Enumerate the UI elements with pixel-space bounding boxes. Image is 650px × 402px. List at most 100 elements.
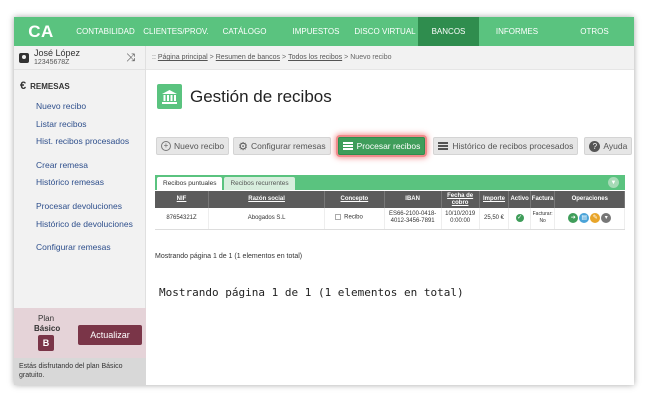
nav-informes[interactable]: INFORMES	[479, 17, 555, 46]
main-content: Gestión de recibos + Nuevo recibo ⚙ Conf…	[146, 70, 634, 385]
sidebar-item-listar-recibos[interactable]: Listar recibos	[36, 116, 145, 134]
bank-icon-glyph	[162, 89, 177, 104]
nav-bancos[interactable]: BANCOS	[418, 17, 479, 46]
sidebar-item-procesar-devoluciones[interactable]: Procesar devoluciones	[36, 198, 145, 216]
header-iban: IBAN	[384, 191, 442, 208]
breadcrumb: :: Página principal > Resumen de bancos …	[146, 46, 634, 70]
header-activo: Activo	[508, 191, 531, 208]
configure-remittances-label: Configurar remesas	[250, 141, 326, 151]
pagination-summary-small: Mostrando página 1 de 1 (1 elementos en …	[155, 253, 303, 260]
check-icon: ✓	[515, 214, 524, 223]
breadcrumb-home[interactable]: Página principal	[158, 54, 208, 61]
breadcrumb-current: Nuevo recibo	[350, 54, 392, 61]
upgrade-button[interactable]: Actualizar	[78, 325, 142, 345]
table-header-row: NIF Razón social Concepto IBAN Fecha de …	[155, 191, 625, 208]
plan-badge: B	[38, 335, 54, 351]
process-receipts-button[interactable]: Procesar recibos	[337, 137, 426, 155]
pagination-summary-large: Mostrando página 1 de 1 (1 elementos en …	[159, 286, 464, 299]
nav-otros[interactable]: OTROS	[555, 17, 634, 46]
sidebar-item-historico-remesas[interactable]: Histórico remesas	[36, 174, 145, 192]
edit-icon[interactable]: ✎	[590, 213, 601, 224]
sidebar-item-historico-devoluciones[interactable]: Histórico de devoluciones	[36, 216, 145, 234]
app-window: CA CONTABILIDAD CLIENTES/PROV. CATÁLOGO …	[14, 17, 634, 385]
user-icon	[19, 52, 29, 63]
history-label: Histórico de recibos procesados	[452, 141, 574, 151]
sidebar: José López 12345678Z ⤨ € REMESAS Nuevo r…	[14, 46, 146, 385]
nav-clientes[interactable]: CLIENTES/PROV.	[143, 17, 209, 46]
list-icon	[438, 141, 449, 152]
breadcrumb-resumen-bancos[interactable]: Resumen de bancos	[216, 54, 280, 61]
new-receipt-button[interactable]: + Nuevo recibo	[156, 137, 230, 155]
gear-icon: ⚙	[238, 140, 248, 153]
plan-note: Estás disfrutando del plan Básico gratui…	[14, 358, 146, 385]
configure-remittances-button[interactable]: ⚙ Configurar remesas	[233, 137, 331, 155]
user-id: 12345678Z	[34, 59, 70, 66]
cell-razon-social: Abogados S.L	[208, 208, 326, 230]
header-factura: Factura	[530, 191, 556, 208]
sidebar-menu: Nuevo recibo Listar recibos Hist. recibo…	[14, 98, 145, 257]
sidebar-item-hist-recibos[interactable]: Hist. recibos procesados	[36, 133, 145, 151]
help-icon: ?	[589, 140, 601, 152]
list-icon	[342, 141, 353, 152]
breadcrumb-separator: >	[209, 54, 214, 61]
header-fecha-cobro[interactable]: Fecha de cobro	[441, 191, 480, 208]
tab-recibos-puntuales[interactable]: Recibos puntuales	[157, 177, 223, 190]
sidebar-item-nuevo-recibo[interactable]: Nuevo recibo	[36, 98, 145, 116]
cell-factura: Facturar: No	[530, 208, 556, 230]
header-importe[interactable]: Importe	[479, 191, 510, 208]
process-receipts-label: Procesar recibos	[356, 141, 421, 151]
breadcrumb-separator: >	[344, 54, 349, 61]
history-button[interactable]: Histórico de recibos procesados	[433, 137, 579, 155]
nav-contabilidad[interactable]: CONTABILIDAD	[68, 17, 143, 46]
breadcrumb-separator: >	[281, 54, 287, 61]
cell-operaciones: ➜ ▤ ✎ ▾	[554, 208, 625, 230]
nav-impuestos[interactable]: IMPUESTOS	[280, 17, 352, 46]
receipts-table: NIF Razón social Concepto IBAN Fecha de …	[155, 191, 625, 230]
toolbar: + Nuevo recibo ⚙ Configurar remesas Proc…	[156, 137, 634, 155]
sidebar-item-configurar-remesas[interactable]: Configurar remesas	[36, 239, 145, 257]
shuffle-icon[interactable]: ⤨	[126, 52, 135, 65]
new-receipt-label: Nuevo recibo	[174, 141, 225, 151]
cell-concepto: Recibo	[324, 208, 385, 230]
cell-nif: 87654321Z	[155, 208, 210, 230]
app-logo[interactable]: CA	[14, 17, 68, 46]
breadcrumb-prefix: ::	[152, 54, 156, 61]
plan-name: Básico	[34, 324, 61, 333]
table-row[interactable]: 87654321Z Abogados S.L Recibo ES66-2100-…	[155, 208, 625, 230]
nav-disco-virtual[interactable]: DISCO VIRTUAL	[352, 17, 418, 46]
euro-icon: €	[20, 80, 27, 92]
plan-panel: Plan Básico B Actualizar Estás disfrutan…	[14, 308, 146, 385]
header-razon-social[interactable]: Razón social	[208, 191, 326, 208]
tab-recibos-recurrentes[interactable]: Recibos recurrentes	[224, 177, 295, 190]
header-concepto[interactable]: Concepto	[324, 191, 385, 208]
help-label: Ayuda	[603, 141, 628, 151]
nav-catalogo[interactable]: CATÁLOGO	[209, 17, 280, 46]
page-title: Gestión de recibos	[190, 86, 332, 106]
sidebar-item-crear-remesa[interactable]: Crear remesa	[36, 157, 145, 175]
page-header: Gestión de recibos	[157, 84, 332, 109]
concepto-text: Recibo	[344, 215, 363, 222]
user-name: José López	[34, 48, 81, 58]
sidebar-section-title: € REMESAS	[20, 80, 145, 92]
breadcrumb-todos-recibos[interactable]: Todos los recibos	[288, 54, 342, 61]
arrow-right-icon[interactable]: ➜	[568, 213, 579, 224]
top-navigation: CA CONTABILIDAD CLIENTES/PROV. CATÁLOGO …	[14, 17, 634, 46]
cell-importe: 25,50 €	[479, 208, 510, 230]
tab-bar: Recibos puntuales Recibos recurrentes ▼	[155, 175, 625, 190]
sidebar-section-label: REMESAS	[30, 81, 70, 91]
chevron-down-icon[interactable]: ▼	[608, 177, 619, 188]
concepto-checkbox[interactable]	[335, 214, 342, 221]
help-button[interactable]: ? Ayuda	[584, 137, 633, 155]
header-operaciones: Operaciones	[554, 191, 625, 208]
plus-circle-icon: +	[161, 141, 171, 151]
more-icon[interactable]: ▾	[601, 213, 612, 224]
cell-iban: ES66-2100-0418-4012-3456-7891	[384, 208, 442, 230]
document-icon[interactable]: ▤	[579, 213, 590, 224]
cell-activo: ✓	[508, 208, 531, 230]
operations-group: ➜ ▤ ✎ ▾	[555, 213, 624, 224]
bank-icon	[157, 84, 182, 109]
cell-fecha-cobro: 10/10/2019 0:00:00	[441, 208, 480, 230]
header-nif[interactable]: NIF	[155, 191, 210, 208]
user-panel: José López 12345678Z ⤨	[14, 46, 145, 70]
plan-label: Plan	[38, 314, 55, 323]
